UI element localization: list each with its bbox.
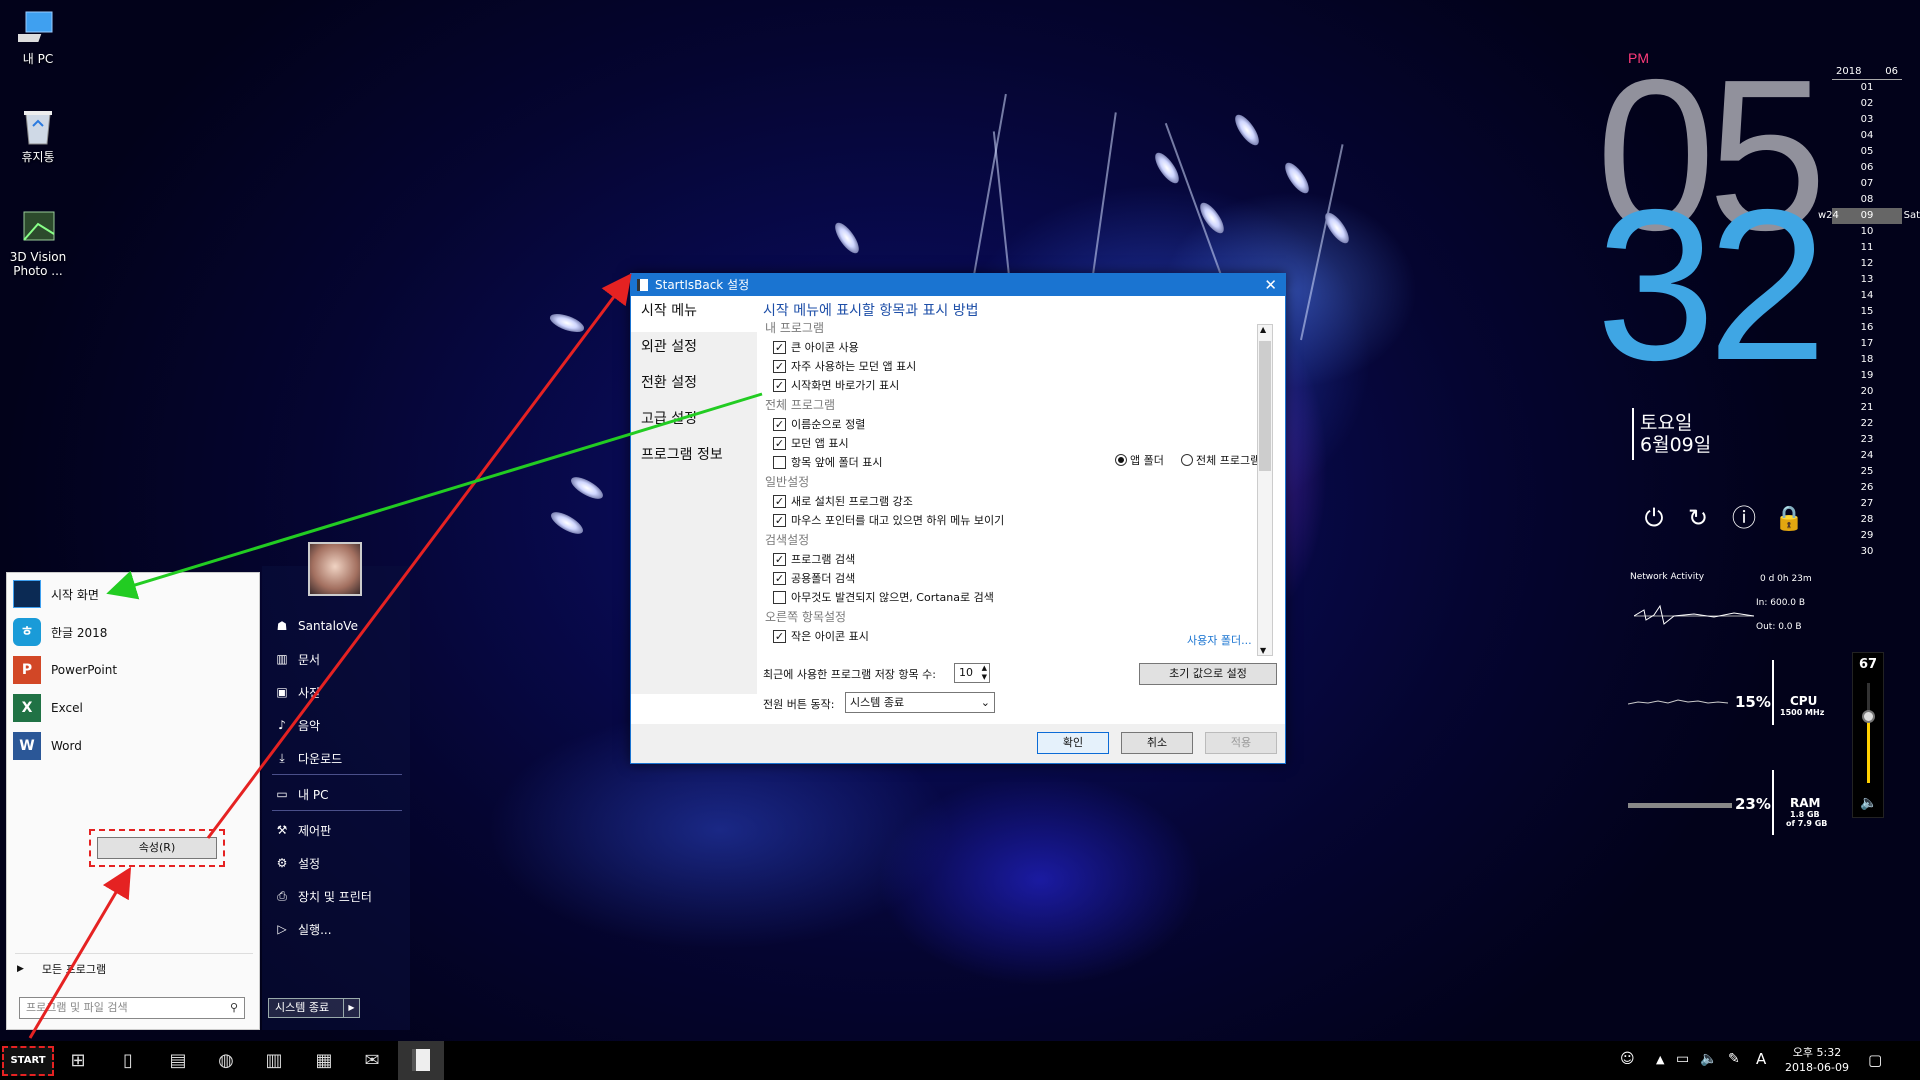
tray-clock[interactable]: 오후 5:32 2018-06-09 <box>1782 1045 1852 1075</box>
volume-tray-icon[interactable]: 🔈 <box>1700 1051 1717 1067</box>
chevron-up-icon[interactable]: ▲ <box>1656 1053 1664 1066</box>
annotation-arrows <box>28 273 763 1039</box>
ime-indicator[interactable]: A <box>1756 1050 1766 1068</box>
task-view-icon[interactable]: ⊞ <box>66 1049 90 1073</box>
tablet-icon[interactable]: ▤ <box>166 1049 190 1073</box>
start-label: START <box>10 1055 46 1066</box>
ime-label: A <box>1756 1050 1767 1068</box>
startisback-icon <box>412 1049 430 1071</box>
people-icon[interactable]: ☺ <box>1620 1051 1635 1067</box>
arrow-properties-to-dialog <box>206 273 632 839</box>
taskbar-active-app[interactable] <box>398 1041 444 1080</box>
file-explorer-icon[interactable]: ▥ <box>262 1049 286 1073</box>
mail-icon[interactable]: ✉ <box>360 1049 384 1073</box>
arrow-start-to-properties <box>28 866 132 1039</box>
start-button[interactable]: START <box>2 1046 54 1076</box>
network-tray-icon[interactable]: ▭ <box>1676 1051 1689 1067</box>
device-icon[interactable]: ▯ <box>116 1049 140 1073</box>
taskbar: START ⊞ ▯ ▤ ◍ ▥ ▦ ✉ ☺ ▲ ▭ 🔈 ✎ A 오후 5:32 … <box>0 1041 1920 1080</box>
store-icon[interactable]: ▦ <box>312 1049 336 1073</box>
tray-time: 오후 5:32 <box>1792 1046 1842 1059</box>
pen-icon[interactable]: ✎ <box>1728 1051 1740 1067</box>
action-center-icon[interactable]: ▢ <box>1868 1051 1882 1069</box>
browser-globe-icon[interactable]: ◍ <box>214 1049 238 1073</box>
arrow-option-to-start-screen <box>106 392 763 600</box>
tray-date: 2018-06-09 <box>1785 1061 1849 1074</box>
